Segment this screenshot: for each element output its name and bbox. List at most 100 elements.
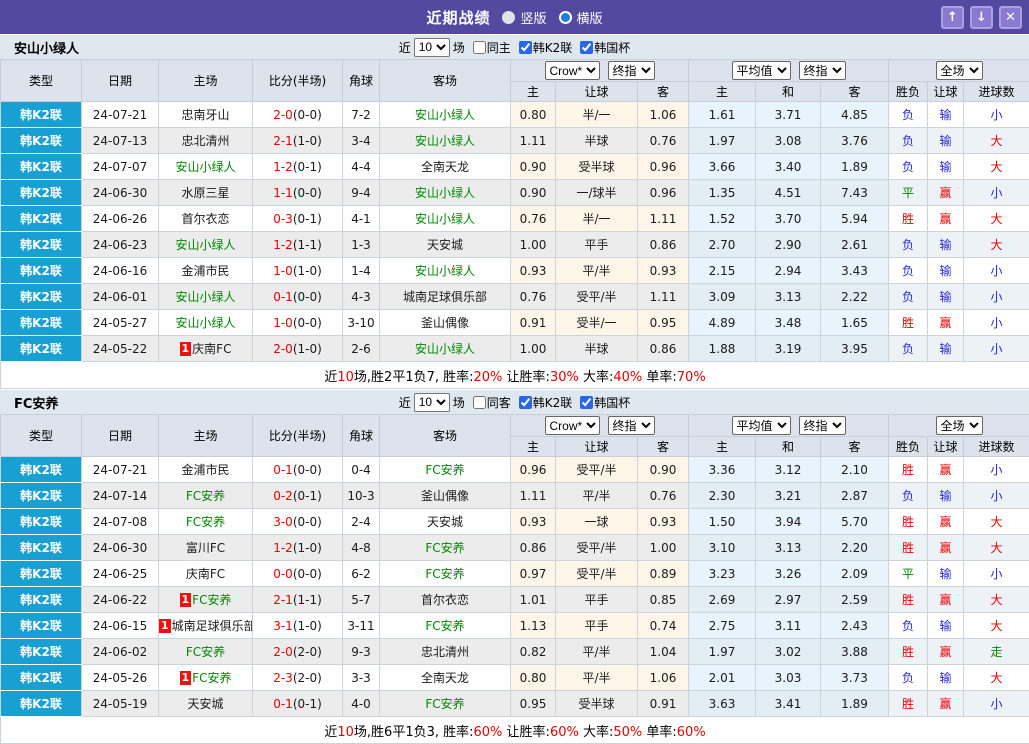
- crown-home-odds-cell: 0.95: [511, 691, 556, 717]
- avg-home-odds-cell: 2.75: [689, 613, 756, 639]
- recent-count-select[interactable]: 10: [414, 38, 450, 57]
- home-team-cell: FC安养: [159, 639, 253, 665]
- avg-home-odds-cell: 2.01: [689, 665, 756, 691]
- summary-text: 大率:: [579, 370, 614, 385]
- corner-score-cell: 4-8: [343, 535, 380, 561]
- halftime-score: (0-1): [293, 160, 322, 174]
- avg-away-odds-cell: 1.89: [821, 691, 889, 717]
- fulltime-select[interactable]: 全场: [936, 61, 983, 80]
- corner-score-cell: 1-3: [343, 232, 380, 258]
- cup-checkbox[interactable]: [580, 396, 593, 409]
- layout-radio-horizontal[interactable]: 横版: [559, 8, 603, 27]
- halftime-score: (0-0): [293, 463, 322, 477]
- halftime-score: (2-0): [293, 671, 322, 685]
- page-title: 近期战绩: [426, 7, 490, 28]
- final-odds-select[interactable]: 终指: [608, 61, 655, 80]
- summary-text: 60%: [677, 725, 706, 740]
- handicap-result-cell: 赢: [928, 691, 964, 717]
- same-venue-checkbox[interactable]: [473, 396, 486, 409]
- col-header-date: 日期: [82, 415, 159, 457]
- league-label: 韩K2联: [533, 394, 573, 411]
- corner-score-cell: 3-4: [343, 128, 380, 154]
- summary-text: 场,胜6平1负3, 胜率:: [354, 725, 474, 740]
- goals-result-cell: 小: [964, 336, 1029, 362]
- close-button[interactable]: ✕: [999, 6, 1022, 29]
- league-type-cell: 韩K2联: [1, 535, 82, 561]
- home-team-cell: 安山小绿人: [159, 154, 253, 180]
- match-row: 韩K2联24-06-01安山小绿人0-1(0-0)4-3城南足球俱乐部0.76受…: [1, 284, 1029, 310]
- avg-away-odds-cell: 3.76: [821, 128, 889, 154]
- team-label: FC安养: [425, 541, 464, 555]
- team-name: FC安养: [14, 393, 58, 412]
- corner-score-cell: 3-10: [343, 310, 380, 336]
- final-odds-select[interactable]: 终指: [799, 416, 846, 435]
- stats-summary-row: 近10场,胜6平1负3, 胜率:60% 让胜率:60% 大率:50% 单率:60…: [1, 717, 1029, 744]
- match-row: 韩K2联24-06-02FC安养2-0(2-0)9-3忠北清州0.82平/半1.…: [1, 639, 1029, 665]
- move-down-button[interactable]: ↓: [970, 6, 993, 29]
- avg-draw-odds-cell: 3.94: [756, 509, 821, 535]
- avg-away-odds-cell: 2.20: [821, 535, 889, 561]
- crown-away-odds-cell: 1.11: [638, 284, 689, 310]
- away-team-cell: 安山小绿人: [380, 258, 511, 284]
- team-label: 城南足球俱乐部: [403, 290, 487, 304]
- avg-home-odds-cell: 1.88: [689, 336, 756, 362]
- fulltime-select[interactable]: 全场: [936, 416, 983, 435]
- handicap-line-cell: 平手: [556, 613, 638, 639]
- halftime-score: (0-1): [293, 489, 322, 503]
- handicap-result-cell: 输: [928, 336, 964, 362]
- move-up-button[interactable]: ↑: [941, 6, 964, 29]
- radio-unselected-icon[interactable]: [502, 11, 515, 24]
- halftime-score: (1-0): [293, 619, 322, 633]
- avg-draw-odds-cell: 3.40: [756, 154, 821, 180]
- rank-badge: 1: [180, 342, 192, 356]
- handicap-line-cell: 半球: [556, 336, 638, 362]
- stats-summary: 近10场,胜2平1负7, 胜率:20% 让胜率:30% 大率:40% 单率:70…: [1, 366, 1029, 385]
- fulltime-score: 1-2: [273, 541, 293, 555]
- average-odds-select[interactable]: 平均值: [732, 416, 791, 435]
- handicap-line-cell: 平手: [556, 232, 638, 258]
- match-row: 韩K2联24-06-26首尔衣恋0-3(0-1)4-1安山小绿人0.76半/一1…: [1, 206, 1029, 232]
- home-team-cell: 金浦市民: [159, 457, 253, 483]
- cup-checkbox[interactable]: [580, 41, 593, 54]
- average-odds-select[interactable]: 平均值: [732, 61, 791, 80]
- radio-selected-icon[interactable]: [559, 11, 572, 24]
- near-label: 近: [399, 39, 411, 56]
- halftime-score: (0-0): [293, 290, 322, 304]
- goals-result-cell: 小: [964, 310, 1029, 336]
- match-result-cell: 胜: [889, 509, 928, 535]
- crown-home-odds-cell: 1.00: [511, 232, 556, 258]
- home-team-cell: FC安养: [159, 483, 253, 509]
- average-group-header: 平均值终指: [689, 415, 889, 437]
- same-venue-checkbox[interactable]: [473, 41, 486, 54]
- corner-score-cell: 1-4: [343, 258, 380, 284]
- match-date-cell: 24-07-21: [82, 102, 159, 128]
- crown-bookmaker-select[interactable]: Crow*: [545, 61, 600, 80]
- avg-draw-odds-cell: 2.94: [756, 258, 821, 284]
- crown-away-odds-cell: 0.85: [638, 587, 689, 613]
- league-checkbox[interactable]: [519, 396, 532, 409]
- final-odds-select[interactable]: 终指: [608, 416, 655, 435]
- league-type-cell: 韩K2联: [1, 613, 82, 639]
- layout-radio-vertical[interactable]: 竖版: [502, 8, 546, 27]
- recent-count-select[interactable]: 10: [414, 393, 450, 412]
- avg-home-odds-cell: 4.89: [689, 310, 756, 336]
- away-team-cell: 釜山偶像: [380, 310, 511, 336]
- col-header-type: 类型: [1, 60, 82, 102]
- crown-home-odds-cell: 0.90: [511, 154, 556, 180]
- summary-text: 70%: [677, 370, 706, 385]
- league-checkbox[interactable]: [519, 41, 532, 54]
- avg-away-odds-cell: 2.22: [821, 284, 889, 310]
- rank-badge: 1: [180, 593, 192, 607]
- avg-away-odds-cell: 2.59: [821, 587, 889, 613]
- col-header-date: 日期: [82, 60, 159, 102]
- match-row: 韩K2联24-07-14FC安养0-2(0-1)10-3釜山偶像1.11平/半0…: [1, 483, 1029, 509]
- home-team-cell: 安山小绿人: [159, 284, 253, 310]
- score-cell: 1-1(0-0): [253, 180, 343, 206]
- home-team-cell: 1庆南FC: [159, 336, 253, 362]
- col-header-corner: 角球: [343, 415, 380, 457]
- crown-bookmaker-select[interactable]: Crow*: [545, 416, 600, 435]
- handicap-result-cell: 输: [928, 561, 964, 587]
- avg-away-odds-cell: 7.43: [821, 180, 889, 206]
- away-team-cell: 安山小绿人: [380, 128, 511, 154]
- final-odds-select[interactable]: 终指: [799, 61, 846, 80]
